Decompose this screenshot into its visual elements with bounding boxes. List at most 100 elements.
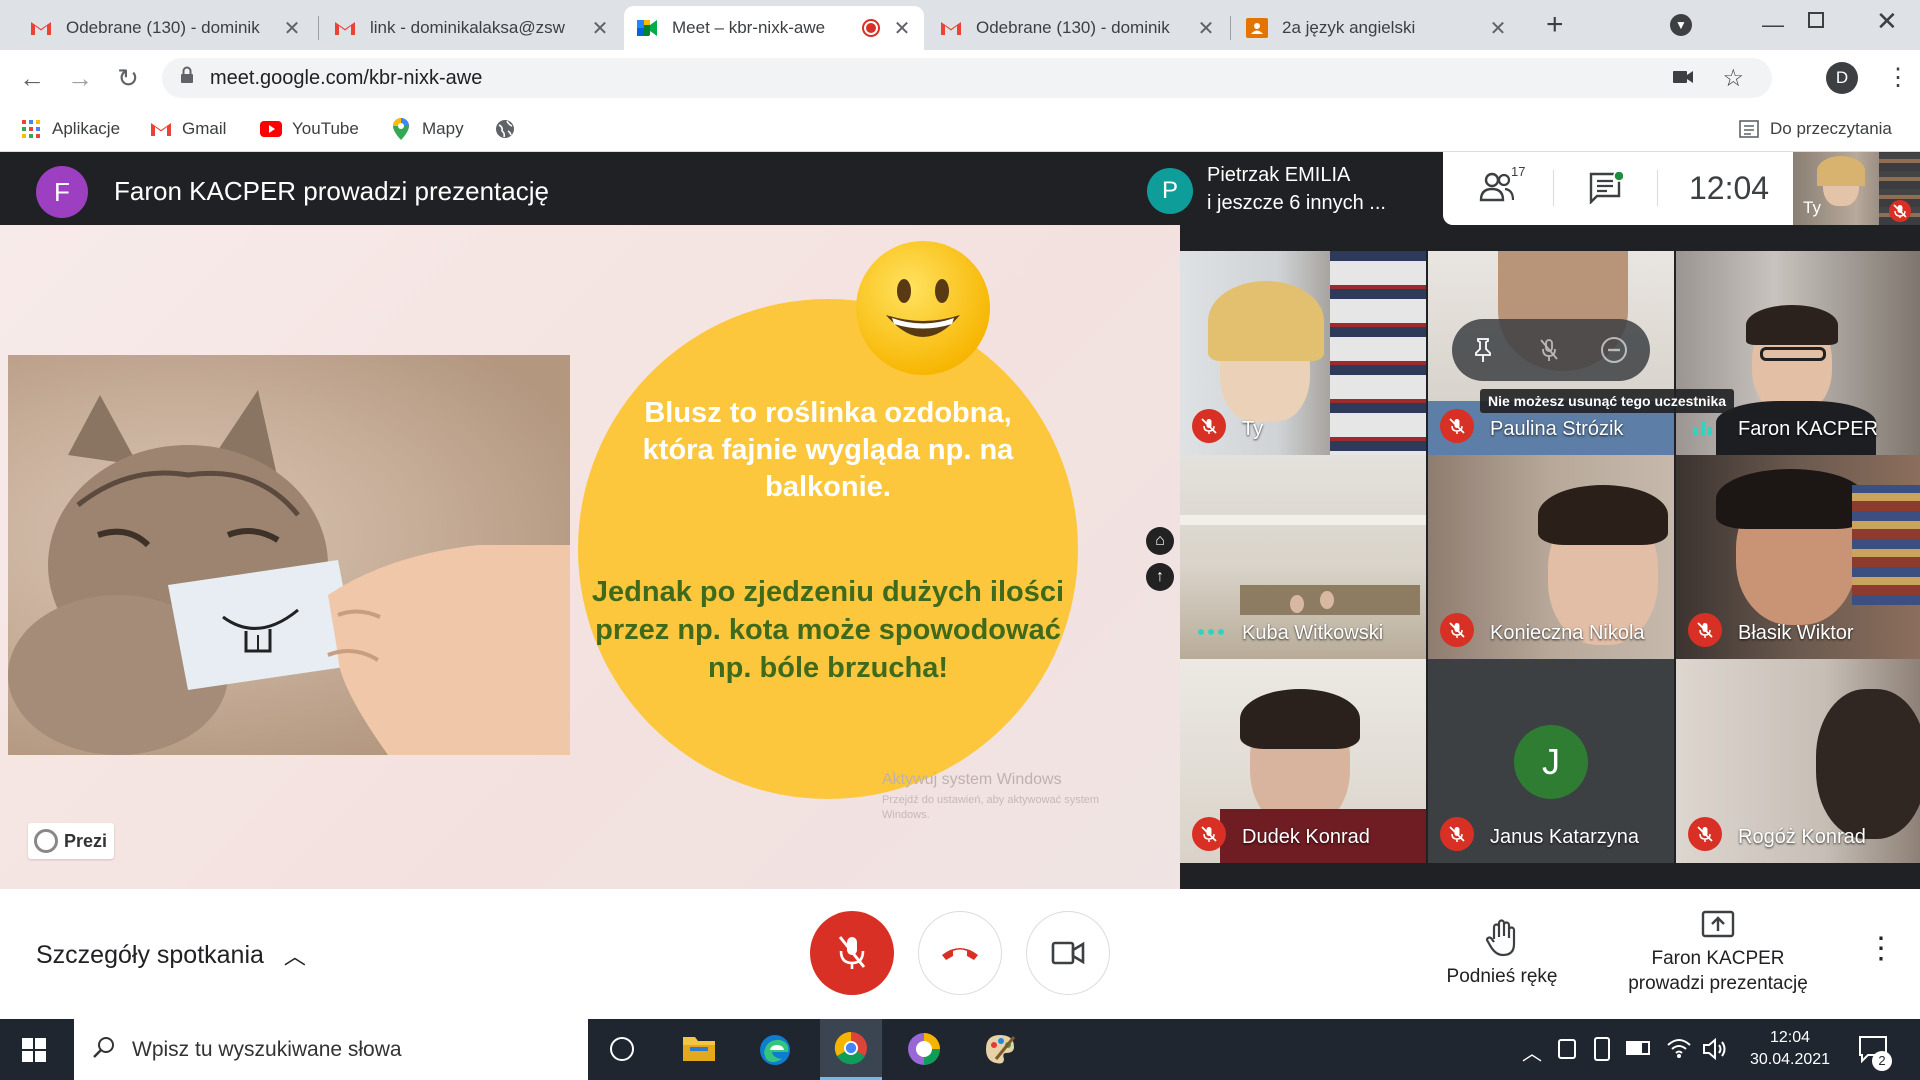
reading-list[interactable]: Do przeczytania: [1738, 116, 1892, 142]
classroom-icon: [1246, 17, 1268, 39]
battery-icon[interactable]: [1626, 1041, 1650, 1055]
windows-watermark-sub: Przejdź do ustawień, aby aktywować syste…: [882, 794, 1100, 821]
browser-tab-3-active[interactable]: Meet – kbr-nixk-awe ✕: [624, 6, 924, 50]
browser-menu-icon[interactable]: ⋮: [1886, 62, 1910, 94]
volume-icon[interactable]: [1702, 1037, 1728, 1066]
tab-search-icon[interactable]: ▼: [1670, 14, 1692, 36]
camera-indicator-icon[interactable]: [1672, 68, 1694, 92]
mic-off-icon: [1440, 613, 1474, 647]
participant-tile[interactable]: Błasik Wiktor: [1676, 455, 1920, 659]
participant-tile[interactable]: Dudek Konrad: [1180, 659, 1426, 863]
close-window-icon[interactable]: ✕: [1876, 6, 1898, 37]
bookmark-gmail[interactable]: Gmail: [150, 116, 226, 142]
bookmark-globe[interactable]: [494, 116, 526, 142]
tray-phone-icon[interactable]: [1594, 1037, 1610, 1061]
mic-toggle-button[interactable]: [810, 911, 894, 995]
prezi-logo-icon: [34, 829, 58, 853]
raise-hand-button[interactable]: Podnieś rękę: [1440, 919, 1564, 988]
windows-start-icon[interactable]: [22, 1038, 46, 1067]
camera-toggle-button[interactable]: [1026, 911, 1110, 995]
active-speaker-chip[interactable]: P Pietrzak EMILIA i jeszcze 6 innych ...: [1137, 152, 1443, 225]
presenting-button[interactable]: Faron KACPER prowadzi prezentację: [1604, 909, 1832, 996]
browser-tab-strip: Odebrane (130) - dominik ✕ link - domini…: [0, 0, 1920, 50]
paint-icon[interactable]: [982, 1031, 1018, 1072]
close-icon[interactable]: ✕: [1196, 16, 1216, 41]
mic-off-icon: [1889, 200, 1911, 222]
bookmark-star-icon[interactable]: ☆: [1722, 64, 1744, 93]
bookmark-apps[interactable]: Aplikacje: [20, 116, 120, 142]
cortana-icon[interactable]: [610, 1037, 634, 1061]
present-screen-icon: [1701, 910, 1735, 938]
close-icon[interactable]: ✕: [892, 16, 912, 41]
camera-icon: [1051, 941, 1085, 965]
participant-tile[interactable]: J Janus Katarzyna: [1428, 659, 1674, 863]
pin-icon[interactable]: [1472, 337, 1494, 368]
apps-grid-icon: [20, 118, 42, 140]
bookmark-youtube[interactable]: YouTube: [260, 116, 359, 142]
tray-device-icon[interactable]: [1558, 1039, 1576, 1059]
windows-taskbar: Wpisz tu wyszukiwane słowa ︿ 12:04 30.04…: [0, 1019, 1920, 1080]
mic-off-icon: [1440, 409, 1474, 443]
globe-icon: [494, 118, 516, 140]
slide-text-1: Blusz to roślinka ozdobna, która fajnie …: [642, 397, 1014, 503]
meeting-details-button[interactable]: Szczegóły spotkania ︿: [36, 939, 306, 971]
app-colorful-icon[interactable]: [906, 1031, 942, 1072]
gmail-icon: [334, 17, 356, 39]
edge-icon[interactable]: [758, 1033, 792, 1072]
minimize-icon[interactable]: —: [1762, 12, 1784, 38]
leave-call-button[interactable]: [918, 911, 1002, 995]
participant-tile[interactable]: Ty: [1180, 251, 1426, 455]
forward-arrow-icon[interactable]: →: [62, 60, 98, 96]
participant-tile[interactable]: Paulina Strózik: [1428, 251, 1674, 455]
participant-tile[interactable]: Rogóż Konrad: [1676, 659, 1920, 863]
close-icon[interactable]: ✕: [590, 16, 610, 41]
browser-toolbar: ← → ↻ meet.google.com/kbr-nixk-awe ☆ D ⋮: [0, 50, 1920, 106]
url-text: meet.google.com/kbr-nixk-awe: [210, 66, 483, 89]
mute-participant-icon[interactable]: [1538, 337, 1560, 368]
participant-tile[interactable]: Kuba Witkowski: [1180, 455, 1426, 659]
participant-tile[interactable]: Faron KACPER: [1676, 251, 1920, 455]
speaker-avatar: P: [1147, 168, 1193, 214]
up-arrow-icon[interactable]: ↑: [1146, 563, 1174, 591]
meet-icon: [636, 17, 658, 39]
participant-count: 17: [1511, 164, 1526, 179]
chat-icon[interactable]: [1589, 170, 1625, 209]
self-preview[interactable]: Ty: [1793, 152, 1920, 225]
taskbar-search-box[interactable]: Wpisz tu wyszukiwane słowa: [74, 1019, 588, 1080]
presentation-view: Blusz to roślinka ozdobna, która fajnie …: [0, 225, 1180, 889]
youtube-icon: [260, 118, 282, 140]
bookmark-maps[interactable]: Mapy: [390, 116, 464, 142]
participant-tile[interactable]: Konieczna Nikola: [1428, 455, 1674, 659]
browser-tab-4[interactable]: Odebrane (130) - dominik ✕: [928, 6, 1228, 50]
address-bar[interactable]: meet.google.com/kbr-nixk-awe ☆: [162, 58, 1772, 98]
back-arrow-icon[interactable]: ←: [14, 60, 50, 96]
close-icon[interactable]: ✕: [282, 16, 302, 41]
restore-icon[interactable]: [1808, 12, 1824, 28]
tray-chevron-up-icon[interactable]: ︿: [1522, 1037, 1542, 1066]
hangup-icon: [942, 948, 978, 960]
windows-watermark-title: Aktywuj system Windows: [882, 771, 1062, 788]
lock-icon: [180, 66, 194, 90]
chrome-icon: [834, 1031, 867, 1065]
meet-controls-bar: Szczegóły spotkania ︿ Podnieś rękę Faron…: [0, 889, 1920, 1019]
wifi-icon[interactable]: [1666, 1037, 1692, 1064]
remove-participant-icon[interactable]: [1600, 336, 1628, 369]
participant-avatar: J: [1514, 725, 1588, 799]
more-options-icon[interactable]: ⋮: [1866, 931, 1896, 966]
notification-count-badge: 2: [1872, 1051, 1892, 1071]
meet-top-panel: 17 12:04: [1443, 152, 1793, 225]
profile-avatar[interactable]: D: [1826, 62, 1858, 94]
reload-icon[interactable]: ↻: [110, 60, 146, 96]
home-icon[interactable]: ⌂: [1146, 527, 1174, 555]
browser-tab-5[interactable]: 2a język angielski ✕: [1234, 6, 1520, 50]
browser-tab-2[interactable]: link - dominikalaksa@zsw ✕: [322, 6, 622, 50]
mic-off-icon: [1688, 613, 1722, 647]
taskbar-clock[interactable]: 12:04 30.04.2021: [1736, 1027, 1844, 1071]
maps-pin-icon: [390, 118, 412, 140]
browser-tab-1[interactable]: Odebrane (130) - dominik ✕: [18, 6, 314, 50]
new-tab-button[interactable]: +: [1546, 8, 1564, 42]
close-icon[interactable]: ✕: [1488, 16, 1508, 41]
file-explorer-icon[interactable]: [682, 1033, 716, 1068]
chrome-taskbar-button[interactable]: [820, 1019, 882, 1080]
prezi-badge[interactable]: Prezi: [28, 823, 114, 859]
